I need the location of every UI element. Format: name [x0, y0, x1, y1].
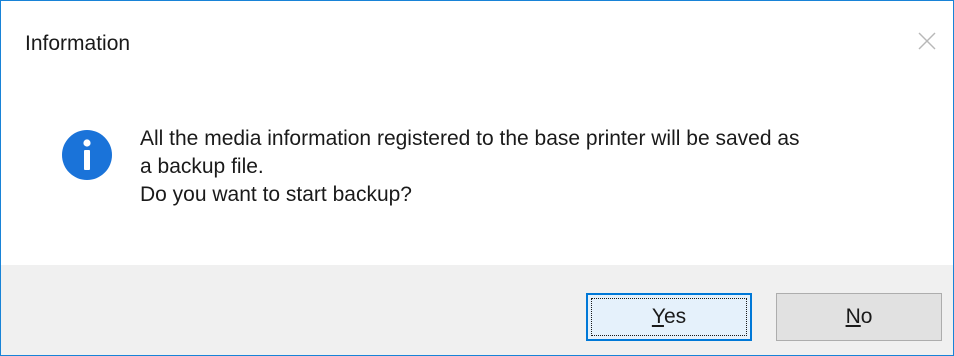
- no-button[interactable]: No: [776, 293, 942, 341]
- dialog-title: Information: [25, 32, 131, 55]
- message-line: a backup file.: [140, 155, 264, 178]
- close-button[interactable]: [911, 21, 943, 61]
- no-button-label: No: [845, 305, 873, 328]
- focus-ring: [591, 298, 747, 336]
- yes-button[interactable]: Yes: [586, 293, 752, 341]
- button-bar: Yes No: [1, 265, 953, 355]
- info-icon: [62, 130, 112, 180]
- message-text: All the media information registered to …: [140, 125, 920, 209]
- close-icon: [918, 32, 936, 50]
- message-line: All the media information registered to …: [140, 127, 800, 150]
- information-dialog: Information All the media information re…: [0, 0, 954, 356]
- title-bar: Information: [1, 1, 953, 81]
- dialog-content: All the media information registered to …: [1, 81, 953, 261]
- message-line: Do you want to start backup?: [140, 183, 412, 206]
